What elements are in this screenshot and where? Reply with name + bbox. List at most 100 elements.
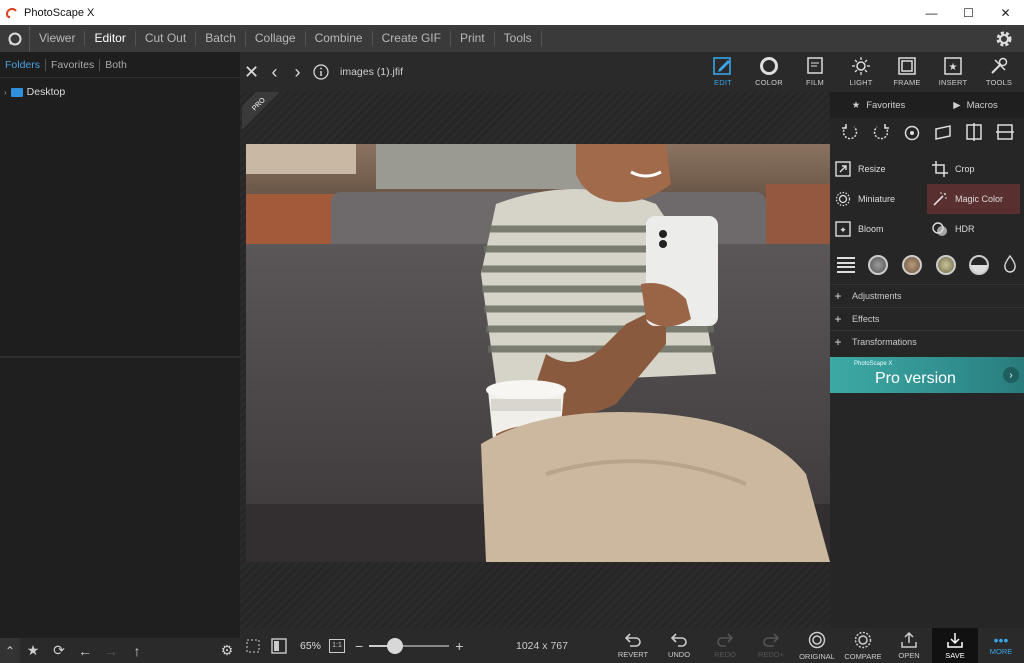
pro-badge-ribbon: PRO [242, 92, 280, 130]
tool-color[interactable]: COLOR [746, 52, 792, 92]
menu-create-gif[interactable]: Create GIF [373, 31, 451, 46]
tool-tools[interactable]: TOOLS [976, 52, 1022, 92]
insert-icon: ★ [944, 57, 962, 75]
expand-chevron-icon[interactable]: › [4, 88, 7, 97]
pro-version-banner[interactable]: PhotoScape X Pro version › [830, 357, 1024, 393]
refresh-icon[interactable]: ⟳ [46, 638, 72, 663]
tab-folders[interactable]: Folders [0, 58, 47, 71]
original-button[interactable]: ORIGINAL [794, 628, 840, 663]
actual-size-button[interactable]: 1:1 [329, 638, 346, 653]
straighten-icon[interactable] [932, 121, 954, 143]
previous-image-icon[interactable]: ‹ [263, 52, 286, 92]
back-arrow-icon[interactable]: ← [72, 638, 98, 663]
rotate-free-icon[interactable] [901, 121, 923, 143]
zoom-slider-knob[interactable] [386, 637, 403, 654]
window-title: PhotoScape X [24, 6, 95, 19]
menu-tools[interactable]: Tools [495, 31, 542, 46]
film-icon [807, 57, 823, 74]
zoom-out-icon[interactable]: − [355, 638, 363, 654]
menu-editor[interactable]: Editor [85, 31, 136, 46]
home-logo-icon[interactable] [0, 25, 30, 52]
open-button[interactable]: OPEN [886, 628, 932, 663]
filter-drop-icon[interactable] [1003, 254, 1017, 276]
settings-gear-icon[interactable] [994, 29, 1014, 49]
tool-resize[interactable]: Resize [830, 154, 923, 184]
up-folder-arrow-icon[interactable]: ↑ [124, 638, 150, 663]
tool-frame[interactable]: FRAME [884, 52, 930, 92]
save-button[interactable]: SAVE [932, 628, 978, 663]
hdr-icon [931, 220, 949, 238]
tool-magic-color[interactable]: Magic Color [927, 184, 1020, 214]
maximize-button[interactable]: ☐ [950, 0, 987, 25]
menu-collage[interactable]: Collage [246, 31, 306, 46]
redo-all-button[interactable]: REDO+ [748, 628, 794, 663]
more-button[interactable]: ••• MORE [978, 628, 1024, 663]
tab-favorites[interactable]: Favorites [46, 58, 101, 71]
filter-half-swatch[interactable] [969, 255, 990, 275]
redo-icon [717, 632, 734, 647]
tool-edit[interactable]: EDIT [700, 52, 746, 92]
selection-grid-icon[interactable] [240, 628, 266, 663]
fit-to-screen-icon[interactable] [266, 628, 292, 663]
revert-button[interactable]: REVERT [610, 628, 656, 663]
title-bar: PhotoScape X — ☐ ✕ [0, 0, 1024, 25]
tree-item-desktop[interactable]: › Desktop [4, 86, 65, 98]
tool-miniature[interactable]: Miniature [830, 184, 923, 214]
tab-macros[interactable]: ▶ Macros [927, 100, 1024, 111]
tab-favorites-tools[interactable]: ★ Favorites [830, 100, 927, 111]
chevron-right-icon[interactable]: › [1003, 367, 1019, 383]
favorite-star-icon[interactable]: ★ [20, 638, 46, 663]
collapse-up-icon[interactable]: ⌃ [0, 638, 20, 663]
flip-vertical-icon[interactable] [994, 121, 1016, 143]
tool-label: FRAME [893, 78, 921, 87]
tab-both[interactable]: Both [100, 59, 132, 71]
tool-bloom[interactable]: ✦ Bloom [830, 214, 923, 244]
menu-viewer[interactable]: Viewer [30, 31, 86, 46]
zoom-slider[interactable] [369, 637, 450, 654]
pro-banner-title: Pro version [875, 370, 956, 388]
section-transformations[interactable]: + Transformations [830, 330, 1024, 353]
editor-bottom-bar: 65% 1:1 − + 1024 x 767 REVERT UNDO REDO … [240, 628, 1024, 663]
section-adjustments[interactable]: + Adjustments [830, 284, 1024, 307]
zoom-in-icon[interactable]: + [455, 638, 463, 654]
filter-sepia-swatch[interactable] [902, 255, 923, 275]
plus-icon: + [834, 312, 842, 326]
redo-button[interactable]: REDO [702, 628, 748, 663]
menu-batch[interactable]: Batch [196, 31, 246, 46]
filter-warm-swatch[interactable] [935, 255, 956, 275]
tool-label: TOOLS [985, 78, 1013, 87]
menu-combine[interactable]: Combine [306, 31, 373, 46]
menu-bar: Viewer Editor Cut Out Batch Collage Comb… [0, 25, 1024, 52]
info-icon[interactable] [309, 52, 332, 92]
tab-label: Favorites [866, 99, 906, 111]
redo-all-icon [763, 632, 780, 647]
filter-gray-swatch[interactable] [868, 255, 889, 275]
frame-icon [898, 57, 916, 75]
next-image-icon[interactable]: › [286, 52, 309, 92]
tool-crop[interactable]: Crop [927, 154, 1020, 184]
filter-list-icon[interactable] [836, 257, 855, 273]
compare-button[interactable]: COMPARE [840, 628, 886, 663]
forward-arrow-icon[interactable]: → [98, 638, 124, 663]
tool-insert[interactable]: ★ INSERT [930, 52, 976, 92]
minimize-button[interactable]: — [913, 0, 950, 25]
editor-tool-strip: EDIT COLOR FILM LIGHT FRAME ★ INSERT TOO… [700, 52, 1024, 92]
browser-settings-gear-icon[interactable]: ⚙ [214, 638, 240, 663]
flip-horizontal-icon[interactable] [963, 121, 985, 143]
section-effects[interactable]: + Effects [830, 307, 1024, 330]
menu-print[interactable]: Print [451, 31, 495, 46]
tool-hdr[interactable]: HDR [927, 214, 1020, 244]
folder-icon [10, 87, 23, 97]
close-image-icon[interactable]: ✕ [240, 52, 263, 92]
tool-film[interactable]: FILM [792, 52, 838, 92]
menu-cut-out[interactable]: Cut Out [136, 31, 197, 46]
rotate-right-icon[interactable] [870, 121, 892, 143]
revert-label: REVERT [617, 649, 649, 659]
magic-wand-icon [931, 190, 949, 208]
close-button[interactable]: ✕ [987, 0, 1024, 25]
rotate-left-icon[interactable] [839, 121, 861, 143]
original-icon [808, 631, 826, 648]
tool-light[interactable]: LIGHT [838, 52, 884, 92]
undo-button[interactable]: UNDO [656, 628, 702, 663]
quick-filter-row [830, 250, 1024, 280]
